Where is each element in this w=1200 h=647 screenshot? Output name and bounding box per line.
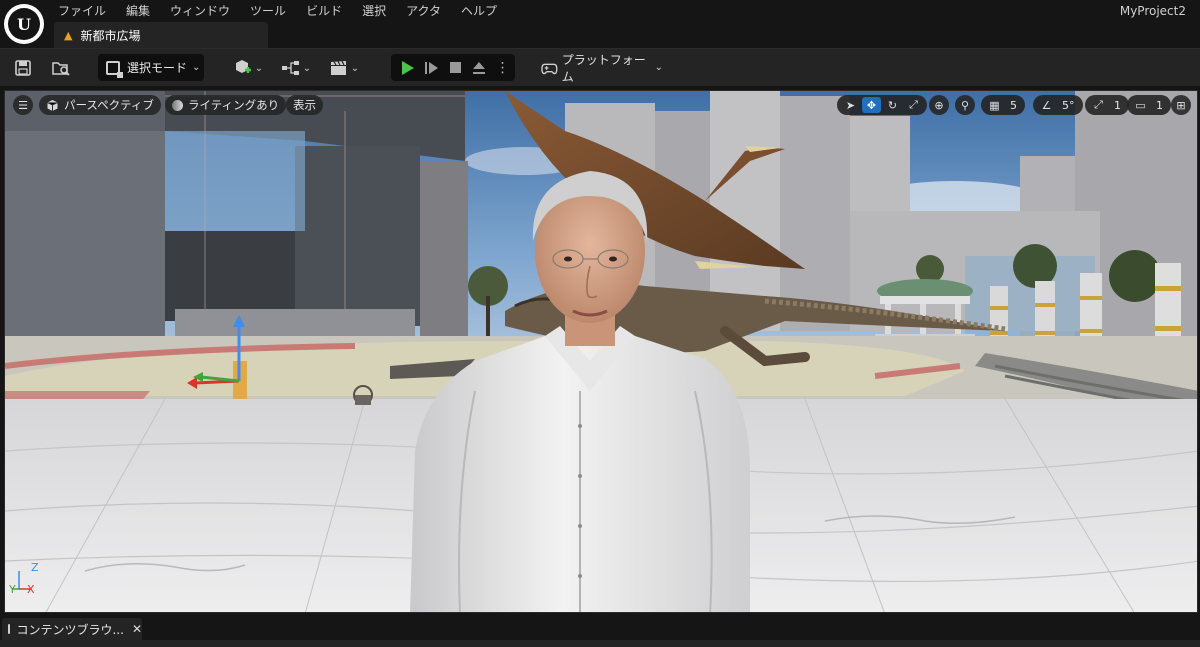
rotate-icon: ↻ <box>887 98 898 112</box>
world-local-toggle[interactable]: ⊕ <box>929 95 949 115</box>
level-warning-icon: ▲ <box>64 28 73 42</box>
rotate-tool-button[interactable]: ↻ <box>883 97 902 113</box>
lit-sphere-icon <box>172 99 183 111</box>
chevron-down-icon: ⌄ <box>254 62 264 74</box>
surface-snap-icon: ⚲ <box>960 98 970 112</box>
menu-select[interactable]: 選択 <box>362 2 398 20</box>
viewport-options-button[interactable]: ☰ <box>13 95 33 115</box>
chevron-down-icon: ⌄ <box>654 62 663 73</box>
chevron-down-icon: ⌄ <box>302 62 312 74</box>
scale-icon: ⤢ <box>909 98 918 111</box>
eject-button[interactable] <box>468 57 491 79</box>
axis-z-label: Z <box>31 561 39 574</box>
title-bar: U ファイル 編集 ウィンドウ ツール ビルド 選択 アクタ ヘルプ MyPro… <box>0 0 1200 48</box>
save-icon[interactable] <box>12 57 34 79</box>
show-label: 表示 <box>293 98 316 112</box>
content-browser-label: コンテンツブラウ... <box>16 622 124 637</box>
play-button[interactable] <box>397 57 420 79</box>
surface-snapping-button[interactable]: ⚲ <box>955 95 975 115</box>
scale-snap-value: 1 <box>1114 98 1121 112</box>
level-viewport[interactable]: ☰ パースペクティブ ライティングあり 表示 ➤ ✥ ↻ ⤢ ⊕ ⚲ ▦ 5 ∠… <box>4 90 1198 613</box>
gamepad-icon <box>541 63 558 74</box>
mode-select-dropdown[interactable]: 選択モード ⌄ <box>98 54 204 81</box>
level-tab[interactable]: ▲ 新都市広場 <box>54 22 268 48</box>
menu-tools[interactable]: ツール <box>250 2 298 20</box>
add-actor-button[interactable]: ⌄ <box>230 57 266 79</box>
play-controls: ⋮ <box>391 54 515 81</box>
cursor-icon: ➤ <box>845 98 856 112</box>
viewport-scene <box>5 91 1197 612</box>
layout-grid-icon: ⊞ <box>1176 98 1186 112</box>
menu-file[interactable]: ファイル <box>58 2 118 20</box>
axis-x-label: X <box>27 583 35 596</box>
advance-frame-button[interactable] <box>421 57 444 79</box>
eject-icon <box>472 61 486 74</box>
project-name: MyProject2 <box>1119 4 1186 18</box>
show-dropdown[interactable]: 表示 <box>286 95 323 115</box>
more-vertical-icon: ⋮ <box>495 59 510 76</box>
select-mode-icon <box>106 60 123 78</box>
menu-edit[interactable]: 編集 <box>126 2 162 20</box>
move-icon: ✥ <box>866 98 877 112</box>
mode-select-label: 選択モード <box>127 61 188 75</box>
camera-speed-value: 1 <box>1156 98 1163 112</box>
angle-icon: ∠ <box>1041 98 1052 112</box>
drawer-strip <box>0 640 1200 647</box>
lighting-label: ライティングあり <box>188 98 280 112</box>
scale-tool-button[interactable]: ⤢ <box>904 97 923 113</box>
grid-snap-value: 5 <box>1010 98 1017 112</box>
hamburger-icon: ☰ <box>18 98 28 112</box>
stop-icon <box>449 62 461 73</box>
main-toolbar: 選択モード ⌄ ⌄ ⌄ ⌄ ⋮ プラットフォーム ⌄ <box>0 48 1200 86</box>
platforms-dropdown[interactable]: プラットフォーム ⌄ <box>537 53 663 84</box>
stop-button[interactable] <box>444 57 467 79</box>
scale-snap-control[interactable]: ⤢ 1 <box>1085 95 1129 115</box>
chevron-down-icon: ⌄ <box>192 62 201 73</box>
grid-icon: ▦ <box>989 98 1000 112</box>
play-icon <box>402 60 415 75</box>
menu-bar: ファイル 編集 ウィンドウ ツール ビルド 選択 アクタ ヘルプ <box>58 2 517 20</box>
folder-search-icon[interactable] <box>50 57 72 79</box>
close-icon[interactable]: ✕ <box>132 622 142 636</box>
blueprint-button[interactable]: ⌄ <box>278 57 314 79</box>
bottom-drawer: コンテンツブラウ... ✕ <box>0 614 1200 647</box>
menu-window[interactable]: ウィンドウ <box>170 2 242 20</box>
rotation-snap-value: 5° <box>1062 98 1075 112</box>
perspective-label: パースペクティブ <box>64 98 154 112</box>
clapperboard-icon <box>330 61 346 75</box>
folder-icon <box>8 624 11 634</box>
blueprint-icon <box>281 61 299 75</box>
menu-build[interactable]: ビルド <box>306 2 354 20</box>
scale-snap-icon: ⤢ <box>1094 98 1103 111</box>
camera-icon: ▭ <box>1135 98 1146 112</box>
globe-icon: ⊕ <box>934 98 944 112</box>
layout-button[interactable]: ⊞ <box>1171 95 1191 115</box>
translate-tool-button[interactable]: ✥ <box>862 97 881 113</box>
unreal-logo[interactable]: U <box>4 4 44 44</box>
axis-y-label: Y <box>9 583 16 596</box>
content-browser-tab[interactable]: コンテンツブラウ... ✕ <box>2 618 142 640</box>
chevron-down-icon: ⌄ <box>350 62 360 74</box>
select-tool-button[interactable]: ➤ <box>841 97 860 113</box>
step-icon <box>429 61 439 74</box>
lighting-dropdown[interactable]: ライティングあり <box>165 95 287 115</box>
cube-icon <box>47 99 58 111</box>
menu-help[interactable]: ヘルプ <box>461 2 509 20</box>
grid-snap-control[interactable]: ▦ 5 <box>981 95 1025 115</box>
level-tab-label: 新都市広場 <box>80 28 141 43</box>
rotation-snap-control[interactable]: ∠ 5° <box>1033 95 1083 115</box>
play-options-button[interactable]: ⋮ <box>491 57 514 79</box>
unreal-logo-letter: U <box>8 8 40 40</box>
transform-tools: ➤ ✥ ↻ ⤢ <box>837 95 927 115</box>
platform-label: プラットフォーム <box>561 52 646 84</box>
cinematics-button[interactable]: ⌄ <box>326 57 362 79</box>
perspective-dropdown[interactable]: パースペクティブ <box>39 95 161 115</box>
camera-speed-control[interactable]: ▭ 1 <box>1127 95 1171 115</box>
add-cube-icon <box>235 60 251 73</box>
menu-actor[interactable]: アクタ <box>406 2 453 20</box>
